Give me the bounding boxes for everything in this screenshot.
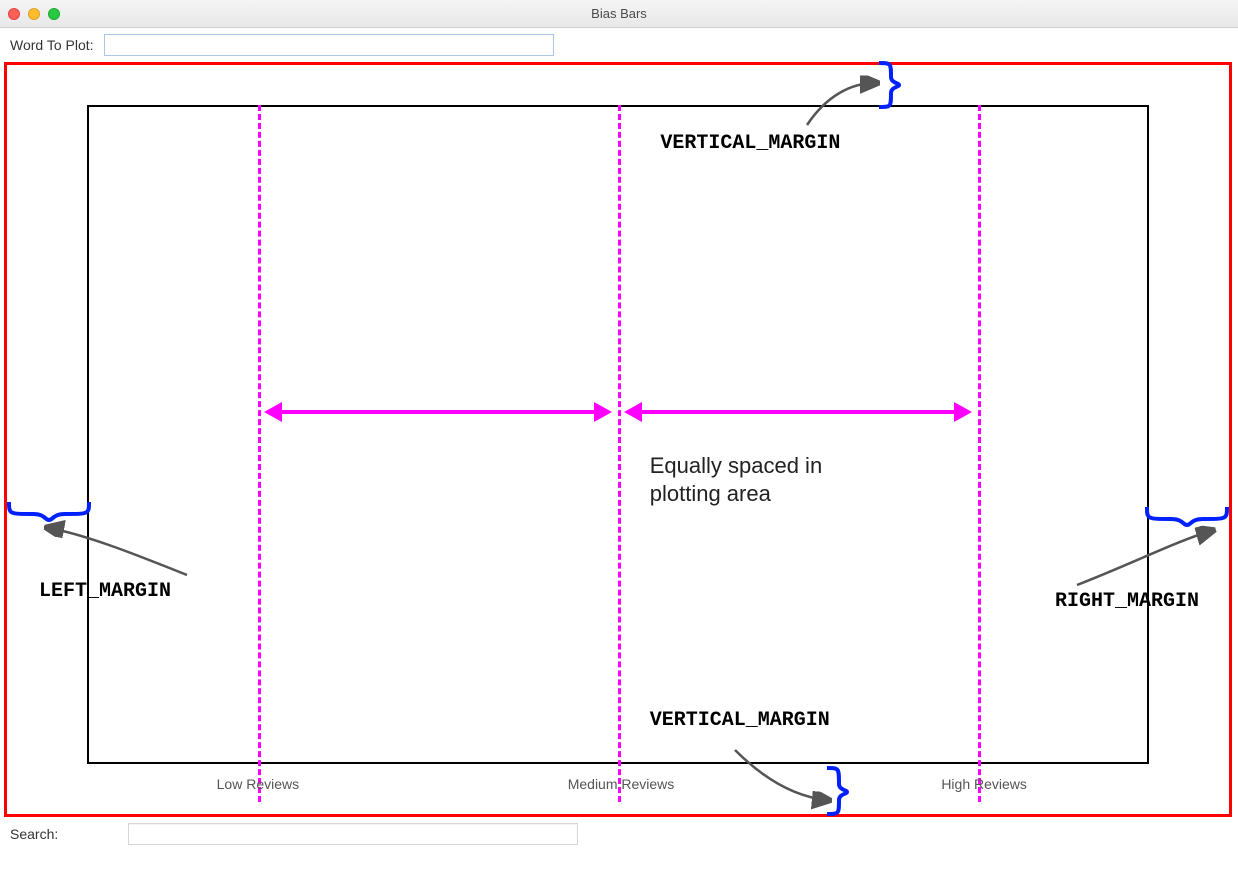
word-to-plot-label: Word To Plot: <box>10 37 94 53</box>
arrowhead-right-icon <box>594 402 612 422</box>
close-icon[interactable] <box>8 8 20 20</box>
search-row: Search: <box>0 817 1238 851</box>
spacing-line <box>640 410 956 414</box>
zoom-icon[interactable] <box>48 8 60 20</box>
vertical-margin-top-label: VERTICAL_MARGIN <box>660 132 840 155</box>
anno-arrow-top <box>797 75 887 135</box>
spacing-line <box>280 410 596 414</box>
anno-arrow-bottom <box>727 742 837 812</box>
word-to-plot-input[interactable] <box>104 34 554 56</box>
equal-spacing-line1: Equally spaced in <box>650 452 822 480</box>
axis-label-low: Low Reviews <box>217 776 299 792</box>
search-label: Search: <box>10 826 58 842</box>
spacing-arrow-left <box>258 397 618 427</box>
window-controls <box>8 8 60 20</box>
window-title: Bias Bars <box>0 6 1238 21</box>
gridline-high <box>978 105 981 802</box>
equal-spacing-line2: plotting area <box>650 480 822 508</box>
window-titlebar: Bias Bars <box>0 0 1238 28</box>
spacing-arrow-right <box>618 397 978 427</box>
canvas-outline: Equally spaced in plotting area VERTICAL… <box>4 62 1232 817</box>
arrowhead-right-icon <box>954 402 972 422</box>
minimize-icon[interactable] <box>28 8 40 20</box>
anno-arrow-right <box>1069 525 1219 600</box>
axis-label-high: High Reviews <box>941 776 1027 792</box>
plot-rect: Equally spaced in plotting area VERTICAL… <box>87 105 1149 764</box>
vertical-margin-bottom-label: VERTICAL_MARGIN <box>650 709 830 732</box>
gridline-low <box>258 105 261 802</box>
gridline-medium <box>618 105 621 802</box>
anno-arrow-left <box>37 520 197 590</box>
word-to-plot-row: Word To Plot: <box>0 28 1238 62</box>
diagram-container: Equally spaced in plotting area VERTICAL… <box>4 62 1234 817</box>
search-input[interactable] <box>128 823 578 845</box>
equal-spacing-label: Equally spaced in plotting area <box>650 452 822 507</box>
axis-label-medium: Medium Reviews <box>568 776 675 792</box>
